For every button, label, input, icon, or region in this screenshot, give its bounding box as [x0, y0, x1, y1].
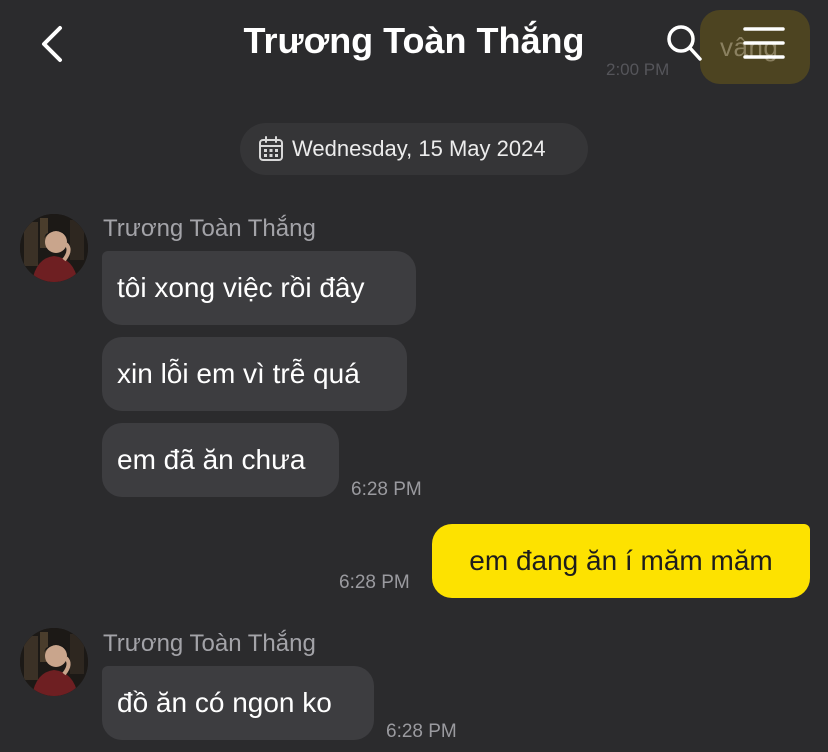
sender-name: Trương Toàn Thắng — [103, 630, 316, 657]
chat-header: vâng 2:00 PM Trương Toàn Thắng — [0, 0, 828, 90]
date-label: Wednesday, 15 May 2024 — [292, 136, 546, 161]
back-button[interactable] — [32, 22, 72, 66]
search-button[interactable] — [664, 22, 704, 64]
chat-screen: vâng 2:00 PM Trương Toàn Thắng Wednesday… — [0, 0, 828, 752]
avatar[interactable] — [20, 214, 88, 282]
message-time: 6:28 PM — [339, 572, 410, 593]
search-icon — [667, 25, 702, 61]
sender-name: Trương Toàn Thắng — [103, 215, 316, 242]
message-bubble-incoming[interactable]: em đã ăn chưa — [102, 423, 339, 497]
hamburger-menu-icon — [743, 27, 785, 59]
calendar-icon — [259, 136, 283, 161]
avatar[interactable] — [20, 628, 88, 696]
menu-button[interactable] — [742, 24, 786, 62]
contact-avatar-image — [20, 214, 88, 282]
message-time: 6:28 PM — [351, 479, 422, 500]
contact-avatar-image — [20, 628, 88, 696]
chevron-left-icon — [42, 26, 62, 62]
message-bubble-incoming[interactable]: xin lỗi em vì trễ quá — [102, 337, 407, 411]
message-bubble-incoming[interactable]: tôi xong việc rồi đây — [102, 251, 416, 325]
partial-previous-time: 2:00 PM — [606, 60, 670, 79]
date-divider: Wednesday, 15 May 2024 — [240, 123, 588, 175]
message-time: 6:28 PM — [386, 721, 457, 742]
message-bubble-incoming[interactable]: đồ ăn có ngon ko — [102, 666, 374, 740]
message-bubble-outgoing[interactable]: em đang ăn í măm măm — [432, 524, 810, 598]
